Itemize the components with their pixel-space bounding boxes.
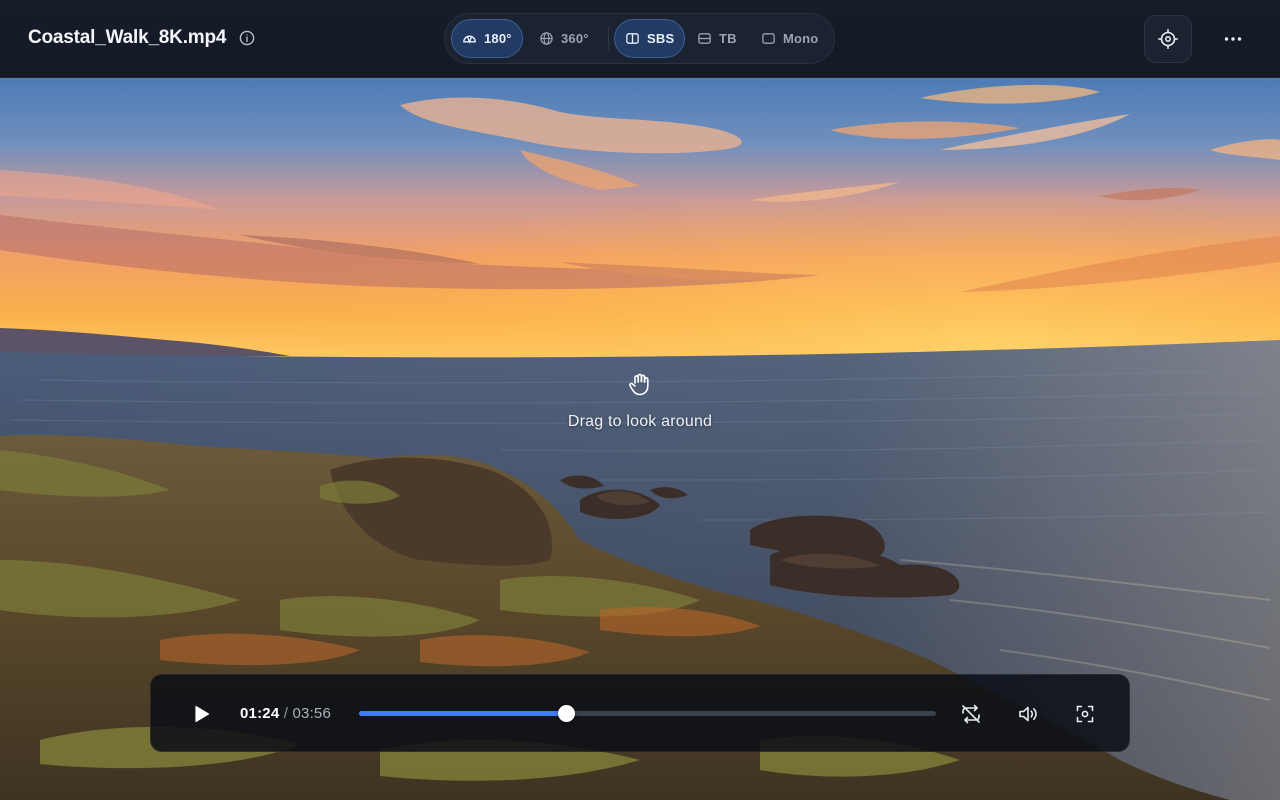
focus-frame-icon	[1076, 705, 1094, 723]
time-display: 01:24 / 03:56	[240, 705, 331, 722]
side-by-side-icon	[626, 33, 639, 44]
mode-tb-button[interactable]: TB	[687, 19, 747, 58]
recenter-view-button[interactable]	[1144, 15, 1192, 63]
file-title-group: Coastal_Walk_8K.mp4	[28, 27, 255, 49]
recenter-button[interactable]	[1068, 697, 1102, 731]
seek-bar[interactable]	[359, 705, 936, 722]
top-bottom-icon	[698, 33, 711, 44]
hand-grab-icon	[629, 373, 649, 396]
file-title: Coastal_Walk_8K.mp4	[28, 27, 227, 48]
player-controls: 01:24 / 03:56	[150, 674, 1130, 752]
mode-mono-button[interactable]: Mono	[751, 19, 828, 58]
play-icon	[195, 705, 210, 723]
drag-hint: Drag to look around	[540, 370, 740, 431]
crosshair-icon	[1157, 28, 1179, 50]
repeat-off-icon	[962, 704, 980, 724]
projection-mode-group: 180° 360° SBS TB Mono	[444, 13, 835, 64]
play-button[interactable]	[184, 697, 218, 731]
duration: 03:56	[292, 705, 332, 722]
globe-icon	[540, 32, 553, 45]
volume-icon	[1019, 706, 1037, 722]
mode-mono-label: Mono	[783, 31, 819, 46]
mode-tb-label: TB	[719, 31, 737, 46]
time-separator: /	[279, 705, 293, 722]
more-horizontal-icon	[1224, 37, 1242, 41]
current-time: 01:24	[240, 705, 280, 722]
mono-square-icon	[762, 33, 775, 44]
mode-sbs-label: SBS	[647, 31, 675, 46]
loop-toggle-button[interactable]	[954, 697, 988, 731]
volume-button[interactable]	[1011, 697, 1045, 731]
mode-180-label: 180°	[484, 31, 512, 46]
info-circle-icon[interactable]	[239, 30, 255, 46]
drag-hint-text: Drag to look around	[567, 413, 713, 430]
more-options-button[interactable]	[1209, 15, 1257, 63]
mode-360-button[interactable]: 360°	[529, 19, 599, 58]
seek-handle[interactable]	[557, 705, 575, 722]
mode-sbs-button[interactable]: SBS	[614, 19, 686, 58]
top-bar: Coastal_Walk_8K.mp4 180° 360° SBS TB Mon…	[0, 0, 1280, 78]
seek-bar-progress	[359, 711, 567, 716]
mode-180-button[interactable]: 180°	[451, 19, 523, 58]
mode-360-label: 360°	[561, 31, 589, 46]
half-dome-icon	[463, 35, 476, 44]
segment-divider	[608, 27, 609, 51]
